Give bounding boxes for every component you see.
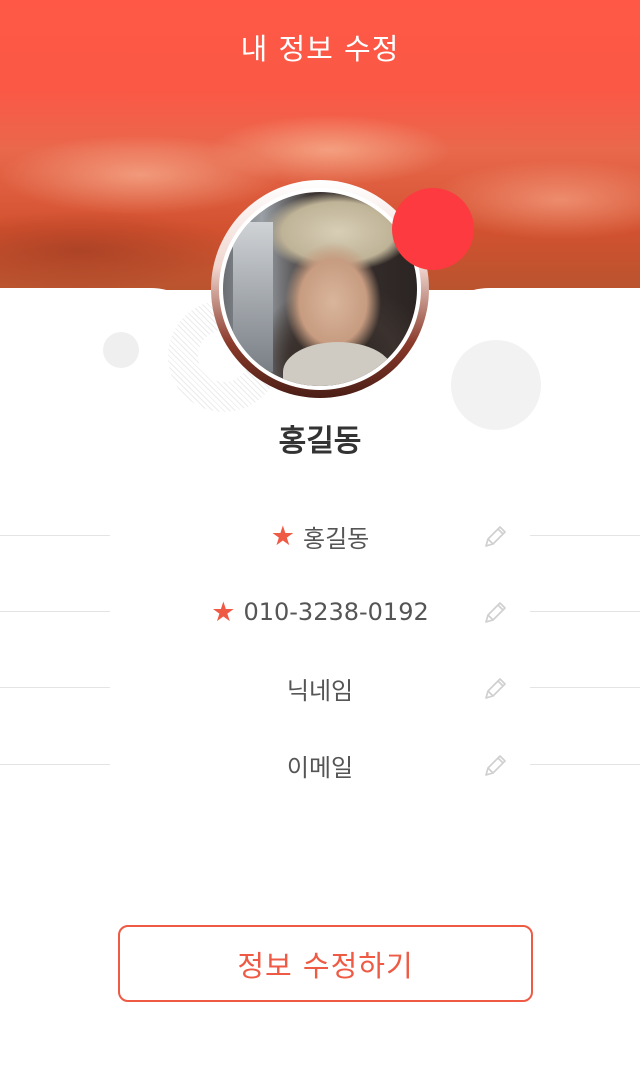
field-row-phone[interactable]: ★ 010-3238-0192 [0, 592, 640, 632]
profile-name: 홍길동 [278, 424, 362, 459]
field-name[interactable]: ★ 홍길동 [110, 516, 530, 556]
field-name-label: 홍길동 [302, 524, 370, 553]
decor-circle-small [103, 332, 139, 368]
divider-right [530, 611, 640, 612]
star-icon: ★ [270, 520, 295, 552]
field-nickname-label: 닉네임 [286, 676, 354, 705]
field-phone[interactable]: ★ 010-3238-0192 [110, 592, 530, 632]
submit-button-label: 정보 수정하기 [237, 948, 414, 983]
pencil-icon[interactable] [480, 598, 510, 628]
field-nickname[interactable]: 닉네임 [110, 668, 530, 708]
page-title: 내 정보 수정 [240, 32, 400, 66]
divider-left [0, 764, 110, 765]
field-email-label: 이메일 [286, 753, 354, 782]
avatar[interactable] [219, 188, 421, 390]
star-icon: ★ [211, 596, 236, 628]
field-row-name[interactable]: ★ 홍길동 [0, 516, 640, 556]
divider-right [530, 535, 640, 536]
field-row-email[interactable]: 이메일 [0, 745, 640, 785]
pencil-icon[interactable] [480, 522, 510, 552]
avatar-photo [223, 192, 417, 386]
divider-left [0, 611, 110, 612]
divider-left [0, 687, 110, 688]
divider-right [530, 764, 640, 765]
divider-left [0, 535, 110, 536]
divider-right [530, 687, 640, 688]
field-row-nickname[interactable]: 닉네임 [0, 668, 640, 708]
field-phone-label: 010-3238-0192 [243, 598, 429, 626]
field-email[interactable]: 이메일 [110, 745, 530, 785]
pencil-icon[interactable] [480, 751, 510, 781]
pencil-icon[interactable] [480, 674, 510, 704]
submit-button[interactable]: 정보 수정하기 [118, 925, 533, 1002]
avatar-badge[interactable] [392, 188, 474, 270]
